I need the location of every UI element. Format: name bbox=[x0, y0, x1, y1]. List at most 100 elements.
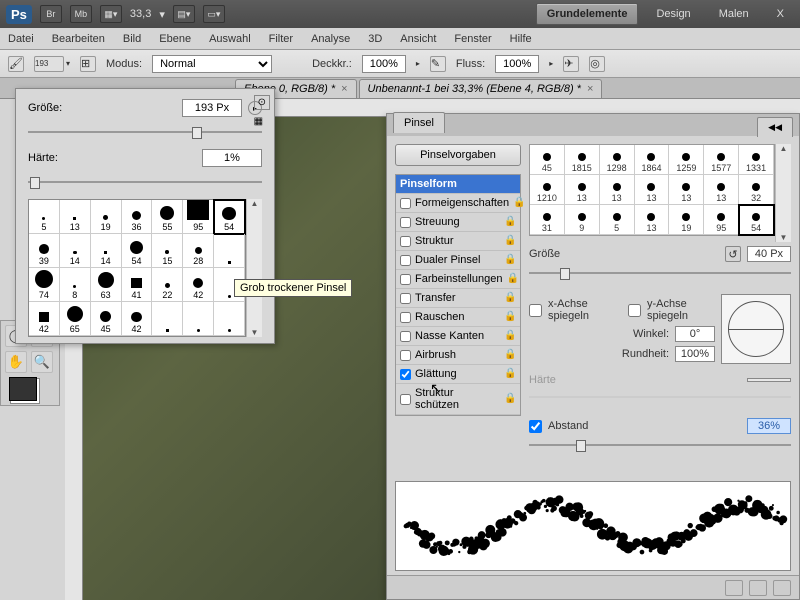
workspace-malen-button[interactable]: Malen bbox=[709, 4, 759, 24]
brush-preset-cell[interactable]: 45 bbox=[91, 302, 122, 336]
brush-preset-cell[interactable]: 15 bbox=[152, 234, 183, 268]
option-checkbox[interactable] bbox=[400, 369, 411, 380]
scrollbar[interactable]: ▲▼ bbox=[246, 199, 262, 337]
foreground-color-swatch[interactable] bbox=[9, 377, 37, 401]
opacity-pressure-icon[interactable]: ✎ bbox=[430, 56, 446, 72]
lock-icon[interactable]: 🔒 bbox=[504, 216, 516, 228]
hand-tool-icon[interactable]: ✋ bbox=[5, 351, 27, 373]
brush-preset-grid[interactable]: 5131936559554391414541528748634122424265… bbox=[28, 199, 246, 337]
tip-size-slider[interactable] bbox=[529, 266, 791, 280]
brush-tip-cell[interactable]: 32 bbox=[739, 175, 774, 205]
roundness-input[interactable]: 100% bbox=[675, 346, 715, 362]
angle-control[interactable] bbox=[721, 294, 791, 364]
option-checkbox[interactable] bbox=[400, 255, 411, 266]
preview-toggle-icon[interactable] bbox=[725, 580, 743, 596]
lock-icon[interactable]: 🔒 bbox=[504, 349, 516, 361]
trash-icon[interactable] bbox=[773, 580, 791, 596]
brush-preset-cell[interactable]: 5 bbox=[29, 200, 60, 234]
brush-preset-cell[interactable]: 14 bbox=[60, 234, 91, 268]
hardness-slider[interactable] bbox=[28, 175, 262, 189]
brush-preset-cell[interactable] bbox=[214, 302, 245, 336]
brush-presets-button[interactable]: Pinselvorgaben bbox=[395, 144, 521, 166]
zoom-level[interactable]: 33,3 bbox=[130, 8, 151, 20]
lock-icon[interactable]: 🔒 bbox=[504, 235, 516, 247]
option-checkbox[interactable] bbox=[400, 350, 411, 361]
option-checkbox[interactable] bbox=[400, 274, 411, 285]
screen-mode-icon[interactable]: ▭▾ bbox=[203, 5, 225, 23]
panel-tab-pinsel[interactable]: Pinsel bbox=[393, 112, 445, 133]
brush-tip-cell[interactable]: 1210 bbox=[530, 175, 565, 205]
workspace-grundelemente-button[interactable]: Grundelemente bbox=[536, 3, 639, 25]
zoom-tool-icon[interactable]: 🔍 bbox=[31, 351, 53, 373]
tip-size-value[interactable]: 40 Px bbox=[747, 246, 791, 262]
brush-tip-cell[interactable]: 54 bbox=[739, 205, 774, 235]
collapse-icon[interactable]: ◀◀ bbox=[757, 117, 793, 137]
brush-option-row[interactable]: Nasse Kanten🔒 bbox=[396, 327, 520, 346]
scrollbar[interactable]: ▲▼ bbox=[775, 144, 791, 242]
brush-option-row[interactable]: Farbeinstellungen🔒 bbox=[396, 270, 520, 289]
brush-preset-cell[interactable]: 42 bbox=[122, 302, 153, 336]
brush-preset-cell[interactable]: 8 bbox=[60, 268, 91, 302]
bridge-icon[interactable]: Br bbox=[40, 5, 62, 23]
brush-preset-cell[interactable]: 13 bbox=[60, 200, 91, 234]
workspace-more-button[interactable]: X bbox=[767, 4, 794, 24]
brush-preset-picker[interactable]: 193 bbox=[34, 56, 64, 72]
menu-bild[interactable]: Bild bbox=[123, 33, 141, 45]
lock-icon[interactable]: 🔒 bbox=[504, 330, 516, 342]
brush-preset-cell[interactable]: 19 bbox=[91, 200, 122, 234]
brush-preset-cell[interactable]: 95 bbox=[183, 200, 214, 234]
brush-preset-cell[interactable] bbox=[214, 234, 245, 268]
menu-datei[interactable]: Datei bbox=[8, 33, 34, 45]
spacing-checkbox[interactable] bbox=[529, 420, 542, 433]
option-checkbox[interactable] bbox=[400, 293, 411, 304]
lock-icon[interactable]: 🔒 bbox=[504, 368, 516, 380]
spacing-input[interactable]: 36% bbox=[747, 418, 791, 434]
brush-tip-cell[interactable]: 31 bbox=[530, 205, 565, 235]
menu-3d[interactable]: 3D bbox=[368, 33, 382, 45]
brush-preset-cell[interactable]: 42 bbox=[29, 302, 60, 336]
brush-tip-cell[interactable]: 19 bbox=[669, 205, 704, 235]
new-preset-icon[interactable]: ▦ bbox=[254, 116, 270, 127]
reset-icon[interactable]: ↺ bbox=[725, 246, 741, 262]
option-checkbox[interactable] bbox=[400, 198, 411, 209]
spacing-slider[interactable] bbox=[529, 438, 791, 452]
brush-preset-cell[interactable]: 39 bbox=[29, 234, 60, 268]
brush-preset-cell[interactable]: 54 bbox=[122, 234, 153, 268]
brush-option-row[interactable]: Airbrush🔒 bbox=[396, 346, 520, 365]
option-checkbox[interactable] bbox=[400, 312, 411, 323]
brush-tip-cell[interactable]: 5 bbox=[600, 205, 635, 235]
menu-auswahl[interactable]: Auswahl bbox=[209, 33, 251, 45]
brush-preset-cell[interactable]: 63 bbox=[91, 268, 122, 302]
lock-icon[interactable]: 🔒 bbox=[513, 197, 525, 209]
option-checkbox[interactable] bbox=[400, 217, 411, 228]
new-brush-icon[interactable] bbox=[749, 580, 767, 596]
document-tab-2[interactable]: Unbenannt-1 bei 33,3% (Ebene 4, RGB/8) *… bbox=[359, 79, 603, 98]
brush-preset-cell[interactable]: 65 bbox=[60, 302, 91, 336]
flyout-menu-icon[interactable]: ⊙ bbox=[254, 95, 270, 110]
brush-preset-cell[interactable]: 14 bbox=[91, 234, 122, 268]
menu-hilfe[interactable]: Hilfe bbox=[510, 33, 532, 45]
menu-ansicht[interactable]: Ansicht bbox=[400, 33, 436, 45]
brush-tip-cell[interactable]: 13 bbox=[704, 175, 739, 205]
brush-tip-cell[interactable]: 13 bbox=[600, 175, 635, 205]
view-extras-icon[interactable]: ▦▾ bbox=[100, 5, 122, 23]
lock-icon[interactable]: 🔒 bbox=[506, 273, 518, 285]
brush-tip-cell[interactable]: 1331 bbox=[739, 145, 774, 175]
lock-icon[interactable]: 🔒 bbox=[504, 292, 516, 304]
workspace-design-button[interactable]: Design bbox=[646, 4, 700, 24]
flow-input[interactable] bbox=[495, 55, 539, 73]
lock-icon[interactable]: 🔒 bbox=[504, 254, 516, 266]
arrange-icon[interactable]: ▤▾ bbox=[173, 5, 195, 23]
size-slider[interactable] bbox=[28, 125, 262, 139]
hardness-input[interactable] bbox=[202, 149, 262, 167]
brush-tip-cell[interactable]: 1577 bbox=[704, 145, 739, 175]
brush-tool-icon[interactable]: 🖌 bbox=[8, 56, 24, 72]
close-icon[interactable]: × bbox=[341, 83, 347, 95]
brush-tip-cell[interactable]: 45 bbox=[530, 145, 565, 175]
brush-tip-cell[interactable]: 95 bbox=[704, 205, 739, 235]
brush-option-row[interactable]: Dualer Pinsel🔒 bbox=[396, 251, 520, 270]
menu-filter[interactable]: Filter bbox=[269, 33, 293, 45]
brush-preset-cell[interactable]: 54 bbox=[214, 200, 245, 234]
brush-tip-cell[interactable]: 1298 bbox=[600, 145, 635, 175]
option-checkbox[interactable] bbox=[400, 236, 411, 247]
